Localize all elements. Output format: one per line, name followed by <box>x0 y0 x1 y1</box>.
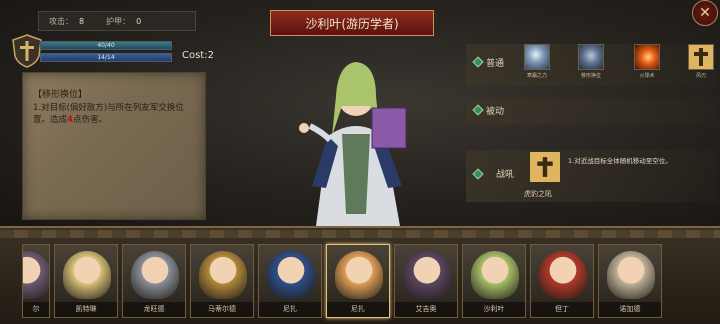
normal-skills-row: 普通 寒霜之力 移形换位 火球术 风刃 <box>466 44 718 86</box>
passive-skills-label: 被动 <box>486 107 505 117</box>
battlecry-skill-desc: 1.对近战目标全体随机移动至空位。 <box>568 157 672 165</box>
stats-bar: 攻击： 8 护甲： 0 <box>38 11 196 31</box>
hero-portrait-thumbnail <box>335 251 383 299</box>
frost-icon <box>524 44 550 70</box>
battlecry-skills-row: 战吼 虎豹之吼 1.对近战目标全体随机移动至空位。 <box>466 150 718 202</box>
skill-fireball-name: 火球术 <box>639 73 655 79</box>
cross-icon <box>537 157 553 177</box>
roster-card[interactable]: 沙利叶 <box>462 244 526 318</box>
swap-icon <box>578 44 604 70</box>
skill-wind-name: 风刃 <box>695 73 706 79</box>
class-emblem-icon <box>12 34 42 68</box>
skill-frost[interactable]: 寒霜之力 <box>522 44 552 79</box>
roster-card[interactable]: 凯特琳 <box>54 244 118 318</box>
battlecry-skill-name: 虎豹之吼 <box>524 190 552 198</box>
passive-skills-row: 被动 <box>466 98 718 124</box>
roster-card-name: 凯特琳 <box>55 302 117 317</box>
cost-label: Cost:2 <box>182 50 214 61</box>
roster-card[interactable]: 龙旺德 <box>122 244 186 318</box>
hero-portrait-thumbnail <box>199 251 247 299</box>
attack-label: 攻击： <box>49 16 73 26</box>
roster-card-name: 艾吉奥 <box>395 302 457 317</box>
skill-swap-name: 移形换位 <box>580 73 601 79</box>
roster-card[interactable]: 诺加德 <box>598 244 662 318</box>
skill-wind[interactable]: 风刃 <box>686 44 716 79</box>
roster-card-name: 沙利叶 <box>463 302 525 317</box>
skill-frost-name: 寒霜之力 <box>526 73 547 79</box>
hero-portrait-thumbnail <box>23 251 49 299</box>
hero-detail-stage: 攻击： 8 护甲： 0 40/40 14/14 Cost:2 【移形换位】 1.… <box>0 0 720 228</box>
armor-value: 0 <box>136 16 142 26</box>
skill-swap[interactable]: 移形换位 <box>576 44 606 79</box>
skill-detail-desc-after: 点伤害。 <box>72 115 107 125</box>
hero-portrait-thumbnail <box>539 251 587 299</box>
skill-fireball[interactable]: 火球术 <box>632 44 662 79</box>
normal-skills-label: 普通 <box>486 59 505 69</box>
roster-card[interactable]: 艾吉奥 <box>394 244 458 318</box>
roster-card-name: 尼扎 <box>259 302 321 317</box>
close-button[interactable]: ✕ <box>692 0 718 26</box>
health-text: 40/40 <box>97 42 115 49</box>
hero-portrait-thumbnail <box>131 251 179 299</box>
roster-card-name: 尼扎 <box>327 302 389 317</box>
roster-card-name: 但丁 <box>531 302 593 317</box>
hero-name-banner: 沙利叶(游历学者) <box>270 10 434 36</box>
hero-name: 沙利叶(游历学者) <box>305 16 399 31</box>
attack-value: 8 <box>79 16 85 26</box>
roster-trim <box>0 230 720 238</box>
battlecry-skills-label: 战吼 <box>496 170 515 180</box>
roster-card[interactable]: 尔 <box>22 244 50 318</box>
hero-roster: 尔凯特琳 龙旺德 马蒂尔德 尼扎 尼扎 艾吉奥 沙利叶 但丁 诺加德 <box>22 244 702 322</box>
roster-card[interactable]: 但丁 <box>530 244 594 318</box>
skill-detail-title: 【移形换位】 <box>33 90 88 100</box>
cross-icon <box>688 44 714 70</box>
roster-card-name: 尔 <box>23 302 49 317</box>
roster-card-name: 诺加德 <box>599 302 661 317</box>
skill-detail-panel: 【移形换位】 1.对目标(偏好敌方)与所在列友军交换位置。造成4点伤害。 <box>22 72 206 220</box>
roster-card-name: 马蒂尔德 <box>191 302 253 317</box>
armor-label: 护甲： <box>106 16 131 26</box>
health-bar: 40/40 <box>40 41 172 50</box>
roster-card[interactable]: 尼扎 <box>326 244 390 318</box>
skill-detail-desc: 1.对目标(偏好敌方)与所在列友军交换位置。造成4点伤害。 <box>33 102 195 126</box>
hero-portrait-thumbnail <box>607 251 655 299</box>
fireball-icon <box>634 44 660 70</box>
hero-portrait <box>299 62 407 226</box>
resource-bars: 40/40 14/14 <box>40 41 172 65</box>
roster-card[interactable]: 马蒂尔德 <box>190 244 254 318</box>
roster-card-name: 龙旺德 <box>123 302 185 317</box>
mana-text: 14/14 <box>97 54 115 61</box>
roster-card[interactable]: 尼扎 <box>258 244 322 318</box>
skill-detail-desc-before: 1.对目标(偏好敌方)与所在列友军交换位置。造成 <box>33 103 184 125</box>
mana-bar: 14/14 <box>40 53 172 62</box>
hero-portrait-thumbnail <box>471 251 519 299</box>
battlecry-skill-button[interactable] <box>530 152 560 182</box>
close-icon: ✕ <box>699 5 711 21</box>
hero-portrait-thumbnail <box>267 251 315 299</box>
hero-portrait-thumbnail <box>403 251 451 299</box>
hero-portrait-thumbnail <box>63 251 111 299</box>
